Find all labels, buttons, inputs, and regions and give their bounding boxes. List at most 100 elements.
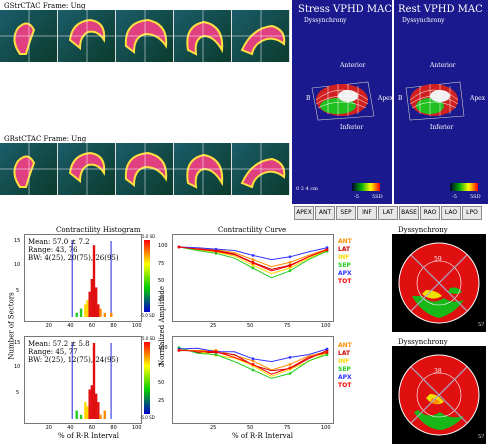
- stress-slice-strip[interactable]: [0, 10, 290, 62]
- myocardium-slice: [13, 22, 36, 55]
- legend-entry-tot: TOT: [338, 382, 352, 389]
- curve-point: [251, 254, 255, 257]
- curve-point: [251, 258, 255, 261]
- rest-curve-legend: ANT LAT INF SEP APX TOT: [338, 342, 352, 390]
- hist-xtick: 20: [45, 323, 52, 329]
- view-button-sep[interactable]: SEP: [336, 206, 356, 220]
- curve-point: [288, 372, 292, 375]
- rest-apex-label: Apex: [470, 95, 486, 102]
- rest-polar-top-value: 38: [434, 368, 442, 375]
- legend-entry-sep: SEP: [338, 262, 351, 269]
- view-button-ant[interactable]: ANT: [315, 206, 335, 220]
- stress-scale-neg: -5: [354, 194, 359, 200]
- myocardium-slice: [240, 157, 286, 189]
- legend-entry-tot: TOT: [338, 278, 352, 285]
- curve-point: [288, 356, 292, 359]
- slice-frame[interactable]: [174, 143, 232, 195]
- rest-dyssynchrony-label: Dyssynchrony: [402, 17, 445, 24]
- curve-point: [288, 261, 292, 264]
- legend-entry-inf: INF: [338, 254, 350, 261]
- rest-vphd-panel[interactable]: Rest VPHD MAC Dyssynchrony Anterior Apex…: [394, 0, 488, 204]
- curve-xlabel: % of R-R Interval: [232, 432, 293, 440]
- slice-frame[interactable]: [0, 10, 58, 62]
- curve-ytick: 100: [158, 243, 168, 249]
- hist-bar: [79, 308, 83, 317]
- histogram-ylabel: Number of Sectors: [7, 292, 16, 360]
- hist-bar: [90, 385, 94, 419]
- curve-ytick: 75: [158, 260, 165, 267]
- slice-frame[interactable]: [58, 143, 116, 195]
- stress-frame-label: GStrCTAC Frame: Ung: [4, 2, 86, 10]
- slice-frame[interactable]: [232, 143, 290, 195]
- hist-ytick-10: 10: [14, 262, 21, 268]
- curve-xtick: 25: [210, 323, 217, 329]
- rest-color-scale: [450, 183, 478, 191]
- view-button-lpo[interactable]: LPO: [462, 206, 482, 220]
- curve-point: [288, 264, 292, 268]
- hist-bar: [94, 393, 98, 419]
- hist-ytick-5b: 5: [16, 390, 20, 396]
- stress-polar-map[interactable]: 59 57: [392, 234, 486, 332]
- legend-entry-lat: LAT: [338, 350, 351, 357]
- legend-entry-ant: ANT: [338, 238, 352, 245]
- view-button-lao[interactable]: LAO: [441, 206, 461, 220]
- hist-bar: [94, 287, 98, 317]
- stress-strip-gap: [0, 62, 290, 90]
- stress-curve-legend: ANT LAT INF SEP APX TOT: [338, 238, 352, 286]
- legend-entry-ant: ANT: [338, 342, 352, 349]
- hist-xtick: 100: [132, 425, 142, 431]
- stress-hist-mean: Mean: 57.0 ± 7.2: [28, 238, 90, 246]
- curve-point: [214, 249, 218, 253]
- curve-ytick: 50: [158, 380, 165, 386]
- stress-sd-neg: -5.0 SD: [140, 313, 155, 318]
- rest-frame-label: GRstCTAC Frame: Ung: [4, 135, 87, 143]
- stress-3d-surface: [311, 81, 375, 121]
- view-button-apex[interactable]: APEX: [294, 206, 314, 220]
- rest-sd-pos: 5.0 SD: [142, 336, 156, 341]
- hist-bar: [84, 402, 87, 419]
- rest-scale-sd: 5SD: [470, 194, 481, 200]
- view-button-lat[interactable]: LAT: [378, 206, 398, 220]
- hist-ytick-15b: 15: [14, 340, 21, 346]
- stress-sd-pos: 5.0 SD: [142, 234, 156, 239]
- legend-entry-inf: INF: [338, 358, 350, 365]
- slice-frame[interactable]: [58, 10, 116, 62]
- rest-slice-strip[interactable]: [0, 143, 290, 195]
- stress-curve-plot[interactable]: [172, 234, 334, 322]
- curve-point: [251, 261, 255, 265]
- hist-bar: [86, 406, 89, 419]
- slice-frame[interactable]: [232, 10, 290, 62]
- slice-frame[interactable]: [174, 10, 232, 62]
- legend-entry-lat: LAT: [338, 246, 351, 253]
- rest-hist-mean: Mean: 57.2 ± 5.8: [28, 340, 90, 348]
- hist-bar: [88, 291, 91, 317]
- view-button-rao[interactable]: RAO: [420, 206, 440, 220]
- slice-frame[interactable]: [0, 143, 58, 195]
- myocardium-slice: [186, 153, 224, 189]
- rest-hist-range: Range: 45, 77: [28, 348, 78, 356]
- curve-ytick: 50: [158, 278, 165, 284]
- rest-3d-surface: [405, 81, 465, 121]
- stress-dyssynchrony-label: Dyssynchrony: [304, 17, 347, 24]
- curve-point: [251, 368, 255, 372]
- curve-ytick: 25: [158, 295, 165, 302]
- rest-hist-colorbar: [144, 342, 150, 414]
- view-button-inf[interactable]: INF: [357, 206, 377, 220]
- stress-hist-colorbar: [144, 240, 150, 312]
- curve-xtick: 75: [284, 323, 291, 329]
- curve-point: [288, 269, 292, 273]
- rest-curve-plot[interactable]: [172, 336, 334, 424]
- stress-vphd-panel[interactable]: Stress VPHD MAC Dyssynchrony Anterior Ap…: [292, 0, 393, 204]
- view-button-base[interactable]: BASE: [399, 206, 419, 220]
- slice-frame[interactable]: [116, 143, 174, 195]
- histogram-title: Contractility Histogram: [56, 226, 141, 234]
- curve-point: [251, 266, 255, 270]
- slice-frame[interactable]: [116, 10, 174, 62]
- curve-ytick: 100: [158, 345, 168, 351]
- legend-entry-apx: APX: [338, 270, 352, 277]
- curve-point: [325, 351, 329, 354]
- hist-bar: [97, 402, 100, 419]
- rest-vphd-title: Rest VPHD MAC: [398, 4, 483, 15]
- stress-scale-sd: 5SD: [372, 194, 383, 200]
- rest-polar-map[interactable]: 38 57: [392, 346, 486, 444]
